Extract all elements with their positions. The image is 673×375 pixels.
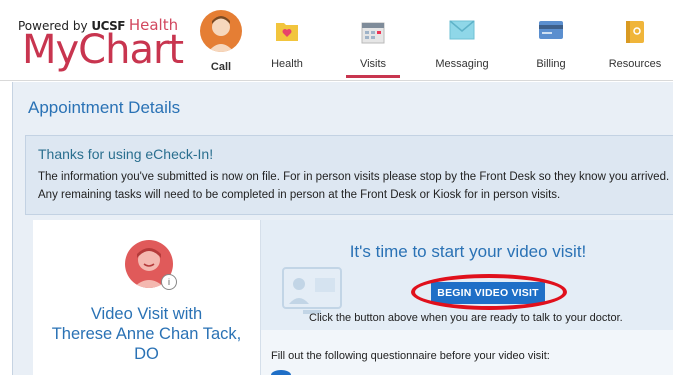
mychart-logo[interactable]: Powered by UCSF Health MyChart [12,6,190,76]
questionnaire-note: Fill out the following questionnaire bef… [271,350,550,362]
nav-label-messaging: Messaging [435,58,489,70]
provider-name-block: Video Visit with Therese Anne Chan Tack,… [33,304,260,364]
info-icon[interactable]: i [161,274,177,290]
video-visit-instructions: Click the button above when you are read… [309,312,623,324]
nav-label-call: Call [210,61,232,73]
begin-video-visit-button[interactable]: BEGIN VIDEO VISIT [431,282,545,304]
alert-title: Thanks for using eCheck-In! [38,146,214,162]
nav-item-billing[interactable]: Billing [524,0,578,80]
nav-item-health[interactable]: Health [260,0,314,80]
nav-label-visits: Visits [359,58,387,70]
calendar-icon [361,20,385,48]
provider-name[interactable]: Therese Anne Chan Tack, DO [33,324,260,364]
provider-card: i Video Visit with Therese Anne Chan Tac… [33,220,260,375]
envelope-icon [449,20,475,44]
video-visit-header: It's time to start your video visit! BEG… [261,220,673,330]
nav-item-messaging[interactable]: Messaging [426,0,498,80]
alert-text: The information you've submitted is now … [38,171,670,201]
visits-active-underline [346,75,400,78]
top-header: Powered by UCSF Health MyChart Call Heal… [0,0,673,81]
questionnaire-item-icon[interactable] [271,370,291,375]
video-visit-panel: It's time to start your video visit! BEG… [260,220,673,375]
nav-item-resources[interactable]: Resources [602,0,668,80]
visit-type-label: Video Visit with [90,305,203,323]
video-visit-heading: It's time to start your video visit! [349,242,587,261]
echeckin-alert: Thanks for using eCheck-In! The informat… [25,135,673,215]
appointment-page: Appointment Details Thanks for using eCh… [12,82,673,375]
nav-label-health: Health [271,58,303,70]
nav-label-resources: Resources [608,58,662,70]
heart-folder-icon [275,20,299,46]
credit-card-icon [538,20,564,44]
nav-label-billing: Billing [536,58,566,70]
page-title: Appointment Details [28,98,181,117]
nav-item-call[interactable]: Call [190,0,252,80]
app-name: MyChart [22,27,184,73]
book-icon [624,20,646,48]
call-avatar-icon [200,10,242,52]
mychart-window: Powered by UCSF Health MyChart Call Heal… [0,0,673,375]
nav-item-visits[interactable]: Visits [346,0,400,80]
